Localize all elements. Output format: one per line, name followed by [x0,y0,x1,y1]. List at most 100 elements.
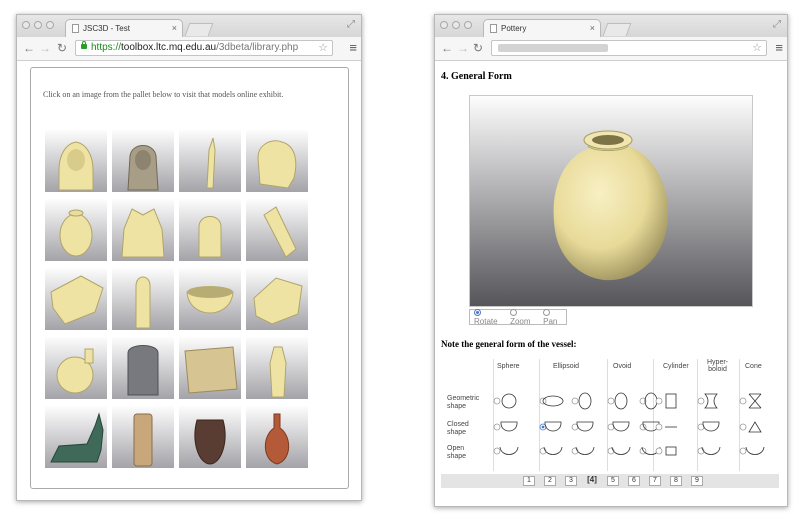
page-button-5[interactable]: 5 [607,476,619,486]
radio-icon [510,309,518,316]
thumbnail-anubis-jackal[interactable] [45,406,107,468]
forward-arrow-icon[interactable]: → [39,41,51,55]
page-button-7[interactable]: 7 [649,476,661,486]
vessel-shape-icon [578,392,592,410]
thumbnail-bowl[interactable] [179,268,241,330]
shabti-tall-icon [135,276,151,329]
thumbnail-dark-jar[interactable] [179,406,241,468]
tab-jsc3d-test[interactable]: JSC3D - Test × [65,19,183,37]
form-radio[interactable] [655,447,663,455]
page-button-9[interactable]: 9 [691,476,703,486]
control-zoom[interactable]: Zoom [510,308,539,326]
minimize-window-button[interactable] [452,21,460,29]
thumbnail-bes-mask[interactable] [112,199,174,261]
page-icon [72,24,79,33]
thumbnail-coffin-head[interactable] [112,130,174,192]
form-radio[interactable] [493,447,501,455]
thumbnail-inscribed-fragment[interactable] [246,268,308,330]
bookmark-star-icon[interactable]: ☆ [318,41,328,54]
thumbnail-fragment-flat[interactable] [45,268,107,330]
form-radio[interactable] [739,423,747,431]
page-button-1[interactable]: 1 [523,476,535,486]
thumbnail-vase-ovoid[interactable] [45,199,107,261]
new-tab-button[interactable] [184,23,214,36]
close-window-button[interactable] [440,21,448,29]
form-radio[interactable] [607,397,615,405]
address-bar[interactable]: ☆ [491,40,767,56]
tab-pottery[interactable]: Pottery × [483,19,601,37]
thumbnail-cylinder-jar[interactable] [112,406,174,468]
page-button-8[interactable]: 8 [670,476,682,486]
zoom-window-button[interactable] [464,21,472,29]
control-label: Zoom [510,317,531,326]
minimize-window-button[interactable] [34,21,42,29]
menu-icon[interactable]: ≡ [775,40,783,55]
thumbnail-fragment-head[interactable] [246,130,308,192]
close-tab-icon[interactable]: × [590,23,595,33]
section-title: 4. General Form [441,71,512,82]
dark-jar-icon [194,419,226,465]
form-radio-dot [541,425,545,429]
form-radio[interactable] [655,397,663,405]
close-tab-icon[interactable]: × [172,23,177,33]
form-radio[interactable] [571,397,579,405]
vase-ovoid-icon [59,209,93,257]
address-bar[interactable]: https://toolbox.ltc.mq.edu.au/3dbeta/lib… [75,40,333,56]
control-rotate[interactable]: Rotate [474,308,506,326]
thumbnail-standing-figure[interactable] [246,337,308,399]
form-radio[interactable] [697,397,705,405]
zoom-window-button[interactable] [46,21,54,29]
close-window-button[interactable] [22,21,30,29]
anubis-jackal-icon [50,412,104,463]
thumbnail-figurine-tilted[interactable] [246,199,308,261]
thumbnail-shabti-tall[interactable] [112,268,174,330]
vessel-shape-icon [702,421,720,432]
lock-icon [81,41,87,49]
3d-viewer[interactable] [469,95,753,307]
back-arrow-icon[interactable]: ← [441,41,453,55]
page-button-6[interactable]: 6 [628,476,640,486]
vessel-shape-icon [665,446,677,456]
fullscreen-icon[interactable]: ⤢ [773,19,781,30]
form-radio[interactable] [739,397,747,405]
thumbnail-relief-block[interactable] [179,337,241,399]
form-radio[interactable] [739,447,747,455]
bookmark-star-icon[interactable]: ☆ [752,41,762,54]
form-radio[interactable] [655,423,663,431]
reload-icon[interactable]: ↻ [57,41,67,55]
coffin-head-icon [127,145,159,191]
thumbnail-sphinx-head[interactable] [45,130,107,192]
thumbnail-stele[interactable] [112,337,174,399]
vessel-shape-icon [748,421,762,433]
gallery-instruction: Click on an image from the pallet below … [43,90,284,99]
thumbnail-flask[interactable] [45,337,107,399]
thumbnail-red-jug[interactable] [246,406,308,468]
standing-figure-icon [269,346,287,398]
reload-icon[interactable]: ↻ [473,41,483,55]
menu-icon[interactable]: ≡ [349,40,357,55]
page-button-4[interactable]: [4] [586,476,598,486]
vessel-form-table: Sphere Ellipsoid Ovoid Cylinder Hyper- boloi… [447,359,787,474]
inscribed-fragment-icon [253,277,303,325]
new-tab-button[interactable] [602,23,632,36]
form-radio[interactable] [493,423,501,431]
vessel-shape-options [493,392,765,456]
control-pan[interactable]: Pan [543,308,566,326]
control-label: Pan [543,317,558,326]
browser-toolbar: ← → ↻ https://toolbox.ltc.mq.edu.au/3dbe… [17,37,361,61]
thumbnail-shabti[interactable] [179,199,241,261]
vessel-shape-icon [544,421,562,432]
forward-arrow-icon[interactable]: → [457,41,469,55]
thumbnail-grid [45,130,308,468]
form-radio[interactable] [493,397,501,405]
red-jug-icon [264,413,290,465]
fullscreen-icon[interactable]: ⤢ [347,19,355,30]
page-button-2[interactable]: 2 [544,476,556,486]
viewer-controls: Rotate Zoom Pan [469,308,567,326]
back-arrow-icon[interactable]: ← [23,41,35,55]
vessel-shape-icon [500,421,518,432]
stele-icon [127,345,159,396]
page-button-3[interactable]: 3 [565,476,577,486]
vessel-shape-icon [611,446,631,455]
thumbnail-figurine-slim[interactable] [179,130,241,192]
